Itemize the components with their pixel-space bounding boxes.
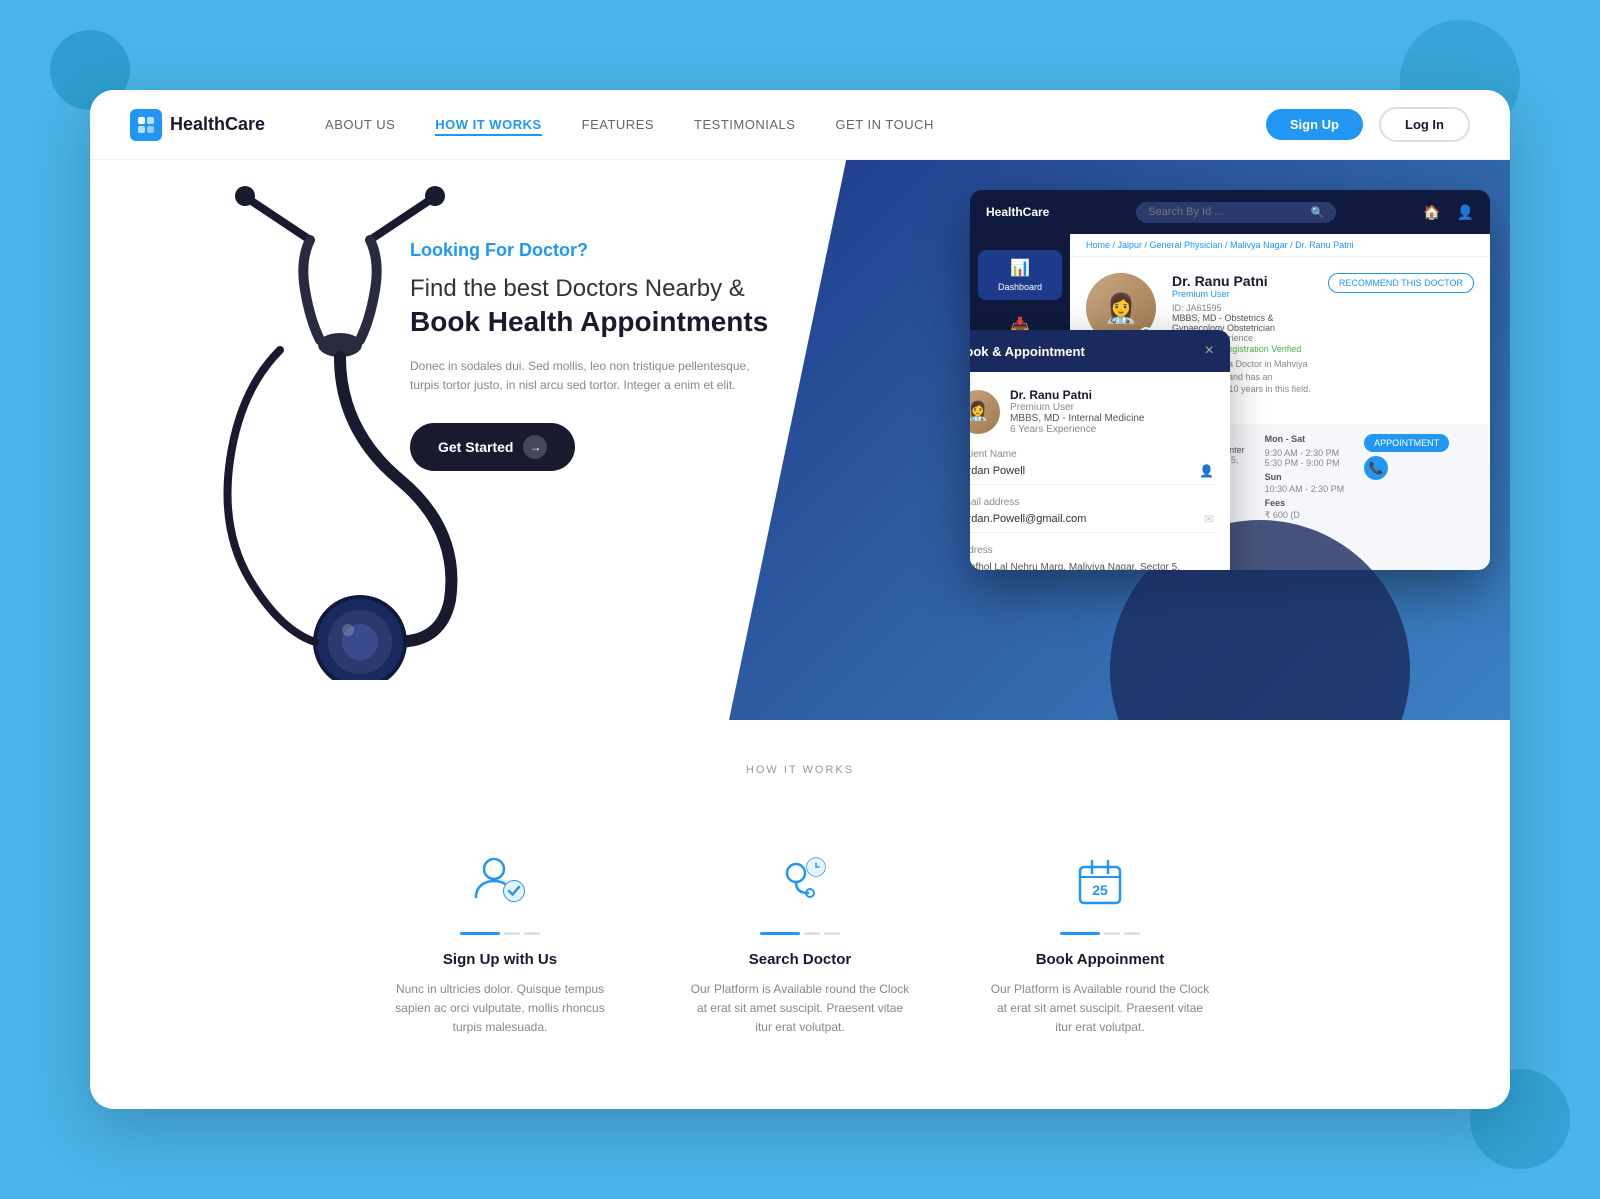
logo-text: HealthCare (170, 114, 265, 135)
person-icon: 👤 (1199, 464, 1214, 478)
feature-search: Search Doctor Our Platform is Available … (690, 846, 910, 1038)
nav-links: ABOUT US HOW IT WORKS FEATURES TESTIMONI… (325, 116, 1266, 134)
modal-close-button[interactable]: × (1205, 342, 1214, 360)
doctor-badge: Premium User (1172, 289, 1312, 299)
app-search-bar[interactable]: 🔍 (1136, 202, 1336, 223)
divider-line-short-5 (1104, 932, 1120, 935)
doctor-id: ID: JA61595 (1172, 303, 1312, 313)
sidebar-dashboard[interactable]: 📊 Dashboard (978, 250, 1062, 300)
modal-doctor-title: Premium User (1010, 402, 1145, 413)
svg-text:25: 25 (1092, 882, 1108, 898)
divider-line-short-3 (804, 932, 820, 935)
modal-doctor-credentials: MBBS, MD - Internal Medicine (1010, 413, 1145, 424)
nav-features[interactable]: FEATURES (582, 117, 654, 132)
schedule-times: Mon - Sat 9:30 AM - 2:30 PM 5:30 PM - 9:… (1265, 434, 1345, 521)
nav-how-it-works[interactable]: HOW IT WORKS (435, 117, 541, 136)
email-icon: ✉ (1204, 512, 1214, 526)
app-nav-icons: 🏠 👤 (1423, 204, 1474, 221)
action-buttons: APPOINTMENT 📞 (1364, 434, 1449, 521)
divider-line-long-3 (1060, 932, 1100, 935)
hero-section: Looking For Doctor? Find the best Doctor… (90, 160, 1510, 720)
nav-about[interactable]: ABOUT US (325, 117, 395, 132)
search-icon-wrap (765, 846, 835, 916)
email-row: Jordan.Powell@gmail.com ✉ (970, 512, 1214, 533)
book-feature-title: Book Appoinment (1036, 951, 1165, 968)
modal-header: Book & Appointment × (970, 330, 1230, 372)
modal-doctor-info: 👩‍⚕️ Dr. Ranu Patni Premium User MBBS, M… (970, 388, 1214, 435)
signup-feature-desc: Nunc in ultricies dolor. Quisque tempus … (390, 980, 610, 1038)
divider-line-long (460, 932, 500, 935)
search-feature-desc: Our Platform is Available round the Cloc… (690, 980, 910, 1038)
get-started-button[interactable]: Get Started → (410, 423, 575, 471)
feature-signup: Sign Up with Us Nunc in ultricies dolor.… (390, 846, 610, 1038)
email-value: Jordan.Powell@gmail.com (970, 513, 1086, 525)
address-value: Manfhol Lal Nehru Marg, Maliviya Nagar, … (970, 560, 1214, 570)
divider-line-short-6 (1124, 932, 1140, 935)
book-appointment-button[interactable]: APPOINTMENT (1364, 434, 1449, 452)
search-feature-title: Search Doctor (749, 951, 852, 968)
feature-divider-2 (760, 932, 840, 935)
signup-icon-wrap (465, 846, 535, 916)
feature-divider-1 (460, 932, 540, 935)
email-field: Email address Jordan.Powell@gmail.com ✉ (970, 497, 1214, 533)
email-label: Email address (970, 497, 1214, 508)
signup-feature-title: Sign Up with Us (443, 951, 557, 968)
address-section: Address Manfhol Lal Nehru Marg, Maliviya… (970, 545, 1214, 570)
divider-line-short-2 (524, 932, 540, 935)
patient-name-field: Patient Name Jordan Powell 👤 (970, 449, 1214, 485)
signup-button[interactable]: Sign Up (1266, 109, 1363, 140)
home-icon[interactable]: 🏠 (1423, 204, 1440, 221)
nav-actions: Sign Up Log In (1266, 107, 1470, 142)
search-icon: 🔍 (1311, 206, 1325, 219)
nav-testimonials[interactable]: TESTIMONIALS (694, 117, 795, 132)
modal-doctor-details: Dr. Ranu Patni Premium User MBBS, MD - I… (1010, 388, 1145, 435)
modal-doctor-avatar: 👩‍⚕️ (970, 390, 1000, 434)
feature-book: 25 Book Appoinment Our Platform is Avail… (990, 846, 1210, 1038)
divider-line-short-4 (824, 932, 840, 935)
main-card: HealthCare ABOUT US HOW IT WORKS FEATURE… (90, 90, 1510, 1109)
feature-divider-3 (1060, 932, 1140, 935)
app-screenshot: HealthCare 🔍 🏠 👤 📊 Dashboard (970, 190, 1490, 570)
patient-name-label: Patient Name (970, 449, 1214, 460)
booking-modal: Book & Appointment × 👩‍⚕️ Dr. Ranu Patni… (970, 330, 1230, 570)
divider-line-long-2 (760, 932, 800, 935)
hero-subtitle: Looking For Doctor? (410, 240, 770, 261)
modal-title: Book & Appointment (970, 344, 1085, 359)
app-search-input[interactable] (1148, 206, 1304, 218)
dashboard-icon: 📊 (1010, 258, 1030, 278)
nav-get-in-touch[interactable]: GET IN TOUCH (835, 117, 933, 132)
hero-description: Donec in sodales dui. Sed mollis, leo no… (410, 357, 770, 395)
logo-icon (130, 109, 162, 141)
navbar: HealthCare ABOUT US HOW IT WORKS FEATURE… (90, 90, 1510, 160)
app-navbar: HealthCare 🔍 🏠 👤 (970, 190, 1490, 234)
patient-name-value: Jordan Powell (970, 465, 1025, 477)
call-button[interactable]: 📞 (1364, 456, 1388, 480)
modal-doctor-name: Dr. Ranu Patni (1010, 388, 1145, 402)
doctor-name: Dr. Ranu Patni (1172, 273, 1312, 289)
user-icon[interactable]: 👤 (1457, 204, 1474, 221)
logo[interactable]: HealthCare (130, 109, 265, 141)
address-label: Address (970, 545, 1214, 556)
how-it-works-section: HOW IT WORKS (90, 720, 1510, 1078)
app-breadcrumb: Home / Jaipur / General Physician / Mali… (1070, 234, 1490, 257)
modal-doctor-experience: 6 Years Experience (1010, 424, 1145, 435)
recommend-button[interactable]: RECOMMEND THIS DOCTOR (1328, 273, 1474, 293)
patient-name-row: Jordan Powell 👤 (970, 464, 1214, 485)
book-icon-wrap: 25 (1065, 846, 1135, 916)
book-feature-desc: Our Platform is Available round the Cloc… (990, 980, 1210, 1038)
app-logo: HealthCare (986, 205, 1049, 219)
hero-text-block: Looking For Doctor? Find the best Doctor… (410, 240, 770, 471)
features-grid: Sign Up with Us Nunc in ultricies dolor.… (170, 846, 1430, 1038)
hero-title-thin: Find the best Doctors Nearby & (410, 273, 770, 304)
login-button[interactable]: Log In (1379, 107, 1470, 142)
modal-body: 👩‍⚕️ Dr. Ranu Patni Premium User MBBS, M… (970, 372, 1230, 570)
arrow-icon: → (523, 435, 547, 459)
hero-title-bold: Book Health Appointments (410, 304, 770, 340)
section-tag: HOW IT WORKS (746, 764, 854, 776)
divider-line-short (504, 932, 520, 935)
